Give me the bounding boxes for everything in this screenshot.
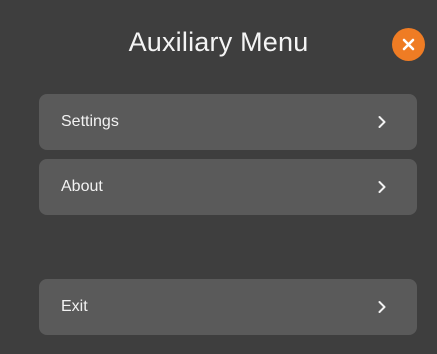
close-button[interactable] xyxy=(392,28,425,61)
auxiliary-menu-panel: Auxiliary Menu Settings About Exit xyxy=(0,0,437,354)
about-menu-item[interactable]: About xyxy=(39,159,417,215)
about-label: About xyxy=(61,178,103,195)
close-icon xyxy=(402,38,415,51)
chevron-right-icon xyxy=(378,116,386,128)
menu-title: Auxiliary Menu xyxy=(128,27,309,57)
exit-label: Exit xyxy=(61,298,88,315)
settings-label: Settings xyxy=(61,113,119,130)
chevron-right-icon xyxy=(378,301,386,313)
settings-menu-item[interactable]: Settings xyxy=(39,94,417,150)
exit-menu-item[interactable]: Exit xyxy=(39,279,417,335)
chevron-right-icon xyxy=(378,181,386,193)
